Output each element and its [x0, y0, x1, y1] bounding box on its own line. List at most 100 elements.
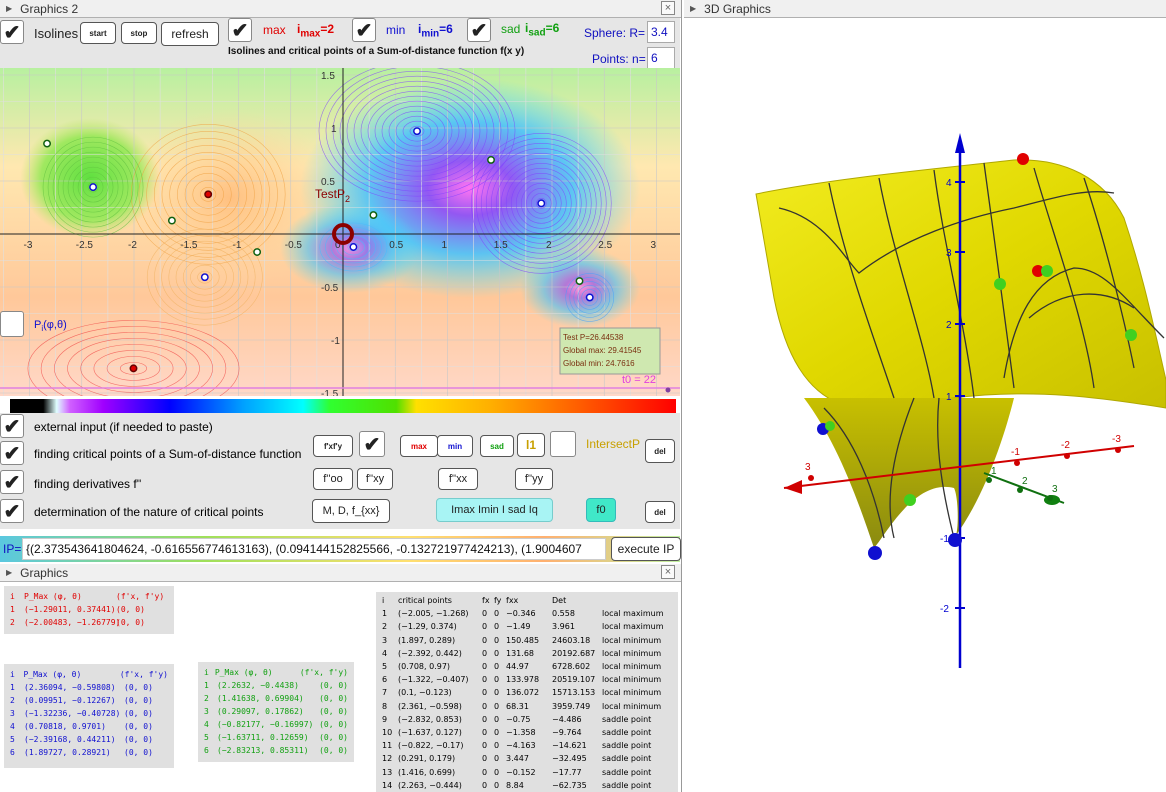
- table-cell: saddle point: [602, 767, 652, 777]
- saddle-point[interactable]: [253, 248, 262, 256]
- saddle-point[interactable]: [43, 139, 51, 148]
- close-icon[interactable]: ×: [661, 565, 675, 579]
- table-cell: 0: [494, 754, 500, 764]
- foo-button[interactable]: f''oo: [313, 468, 353, 490]
- table-row: 6 (−2.83213, 0.85311) (0, 0): [204, 746, 348, 755]
- f0-button[interactable]: f0: [586, 498, 616, 522]
- points-label: Points: n=: [592, 52, 646, 66]
- points-input[interactable]: 6: [647, 47, 675, 69]
- table-cell: 133.978: [506, 675, 540, 685]
- x-tick-label: 0.5: [389, 240, 403, 251]
- 3d-view[interactable]: 4 3 2 1 -1 -2 3 -1 -2 -3 1 2 3: [684, 18, 1166, 792]
- table-cell: 0: [482, 622, 488, 632]
- fyy-button[interactable]: f''yy: [515, 468, 553, 490]
- start-button[interactable]: start: [80, 22, 116, 44]
- table-cell: 0: [494, 622, 500, 632]
- min-point[interactable]: [537, 199, 546, 208]
- table-cell: 0: [482, 675, 488, 685]
- del-button-2[interactable]: del: [645, 501, 675, 523]
- table-row: 5 (−2.39168, 0.44211) (0, 0): [10, 735, 153, 744]
- fxy-button[interactable]: f''xy: [357, 468, 393, 490]
- z-tick-label: -1: [940, 534, 949, 545]
- table-cell: fy: [494, 596, 502, 606]
- l1-button[interactable]: l1: [517, 433, 545, 457]
- table-cell: (0.1, −0.123): [398, 688, 452, 698]
- del-button-1[interactable]: del: [645, 439, 675, 463]
- table-cell: −14.621: [552, 741, 587, 751]
- collapse-triangle-icon[interactable]: ▶: [6, 568, 12, 577]
- max-point[interactable]: [204, 190, 213, 199]
- saddle-point[interactable]: [487, 155, 495, 164]
- table-cell: 12: [382, 754, 393, 764]
- table-row: 14 (2.263, −0.444) 0 0 8.84 −62.735 saddle poi…: [382, 779, 672, 792]
- min-point[interactable]: [585, 293, 594, 302]
- table-cell: (2.263, −0.444): [398, 780, 462, 790]
- close-icon[interactable]: ×: [661, 1, 675, 15]
- table-cell: 8.84: [506, 780, 524, 790]
- intersect-checkbox[interactable]: [550, 431, 576, 457]
- sad-button[interactable]: sad: [480, 435, 514, 457]
- table-cell: 0: [482, 635, 488, 645]
- stop-button[interactable]: stop: [121, 22, 157, 44]
- max-point[interactable]: [129, 364, 138, 373]
- derivatives-checkbox[interactable]: ✔: [0, 470, 24, 494]
- min-point[interactable]: [413, 127, 421, 136]
- isoline-plot[interactable]: -3 -2.5 -2 -1.5 -1 -0.5 0 0.5 1 1.5 2 2.5 3 1.5 1 0.5-…: [0, 68, 680, 396]
- min-checkbox[interactable]: ✔: [352, 18, 376, 42]
- critical-points-checkbox[interactable]: ✔: [0, 441, 24, 465]
- graphics2-header[interactable]: ▶ Graphics 2 ×: [0, 0, 681, 18]
- nature-checkbox[interactable]: ✔: [0, 499, 24, 523]
- min-button[interactable]: min: [437, 435, 473, 457]
- execute-ip-button[interactable]: execute IP: [611, 537, 681, 561]
- saddle-point[interactable]: [575, 277, 584, 285]
- graphics3d-title: 3D Graphics: [704, 1, 771, 16]
- max-checkbox[interactable]: ✔: [228, 18, 252, 42]
- collapse-triangle-icon[interactable]: ▶: [6, 4, 12, 13]
- graphics3d-panel: ▶ 3D Graphics 4321 -1 -2 3 -1 -2 -3 1 2 …: [684, 0, 1166, 792]
- refresh-button[interactable]: refresh: [161, 22, 219, 46]
- mdf-button[interactable]: M, D, f_{xx}: [312, 499, 390, 523]
- min-point[interactable]: [349, 243, 358, 251]
- table-cell: (1.897, 0.289): [398, 635, 456, 645]
- table-cell: saddle point: [602, 727, 652, 737]
- table-row: 6 (1.89727, 0.28921) (0, 0): [10, 748, 153, 757]
- z-tick-label: 2: [946, 320, 952, 331]
- sphere-radius-input[interactable]: 3.4: [647, 21, 675, 43]
- saddle-point[interactable]: [369, 211, 378, 220]
- table-row: 12 (0.291, 0.179) 0 0 3.447 −32.495 saddle poi…: [382, 752, 672, 765]
- fxx-button[interactable]: f''xx: [438, 468, 478, 490]
- z-tick-label: 4: [946, 178, 952, 189]
- saddle-point[interactable]: [167, 216, 176, 225]
- t0-slider-handle[interactable]: [665, 387, 671, 393]
- fxfy-button[interactable]: f'xf'y: [313, 435, 353, 457]
- table-cell: saddle point: [602, 754, 652, 764]
- pi-checkbox[interactable]: [0, 311, 24, 337]
- graphics3d-header[interactable]: ▶ 3D Graphics: [684, 0, 1166, 18]
- table-row: 4 (−0.82177, −0.16997) (0, 0): [204, 720, 348, 729]
- min-point[interactable]: [89, 183, 98, 192]
- table-cell: 6: [382, 675, 388, 685]
- table-cell: fx: [482, 596, 490, 606]
- sad-checkbox[interactable]: ✔: [467, 18, 491, 42]
- table-cell: (0.708, 0.97): [398, 662, 451, 672]
- table-cell: local maximum: [602, 622, 664, 632]
- intersect-label: IntersectP: [586, 437, 641, 451]
- y-tick-label: -1.5: [321, 389, 339, 396]
- collapse-triangle-icon[interactable]: ▶: [690, 4, 696, 13]
- table-cell: Det: [552, 596, 567, 606]
- imin-value: imin=6: [418, 22, 453, 40]
- table-row: 1 (−2.005, −1.268) 0 0 −0.346 0.558 local maxi…: [382, 607, 672, 620]
- ip-input[interactable]: {(2.373543641804624, -0.616556774613163)…: [22, 538, 606, 560]
- isolines-checkbox[interactable]: ✔: [0, 20, 24, 44]
- table-cell: local maximum: [602, 609, 664, 619]
- min-point[interactable]: [200, 273, 209, 282]
- graphics-header[interactable]: ▶ Graphics ×: [0, 564, 681, 582]
- table-cell: −0.152: [506, 767, 536, 777]
- max-button[interactable]: max: [400, 435, 438, 457]
- fxfy-checkbox[interactable]: ✔: [359, 431, 385, 457]
- table-cell: 0: [494, 714, 500, 724]
- table-cell: −17.77: [552, 767, 582, 777]
- external-input-checkbox[interactable]: ✔: [0, 414, 24, 438]
- imax-imin-button[interactable]: Imax Imin I sad Iq: [436, 498, 553, 522]
- crit-table-header: i critical points fx fy fxx Det: [382, 594, 672, 607]
